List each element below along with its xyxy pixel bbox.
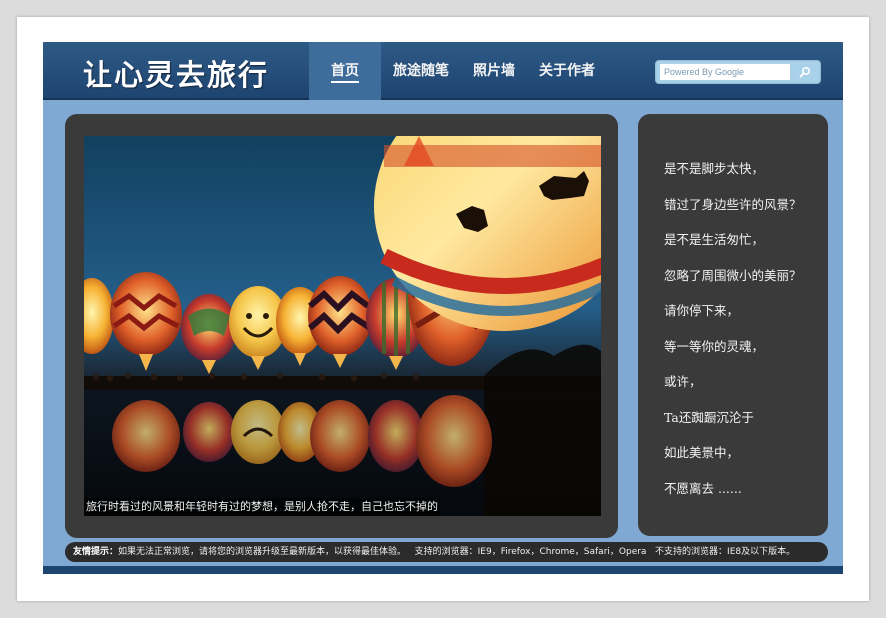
search-button[interactable] (795, 63, 815, 81)
site-logo[interactable]: 让心灵去旅行 (83, 52, 269, 94)
hot-air-balloon-photo[interactable]: 旅行时看过的风景和年轻时有过的梦想，是别人抢不走，自己也忘不掉的 (84, 136, 601, 516)
footer-supported-browsers: 支持的浏览器：IE9，Firefox，Chrome，Safari，Opera (414, 547, 647, 557)
photo-panel: 旅行时看过的风景和年轻时有过的梦想，是别人抢不走，自己也忘不掉的 (65, 114, 618, 538)
bottom-strip (43, 566, 843, 574)
photo-caption: 旅行时看过的风景和年轻时有过的梦想，是别人抢不走，自己也忘不掉的 (84, 498, 440, 516)
poem-line: 等一等你的灵魂， (664, 338, 765, 354)
search-icon (799, 66, 811, 78)
nav-label: 首页 (331, 63, 359, 83)
nav-label: 照片墙 (473, 63, 515, 79)
nav-item-photo-wall[interactable]: 照片墙 (461, 42, 527, 100)
poem-line: 是不是生活匆忙， (664, 232, 765, 247)
search-input[interactable] (660, 64, 790, 80)
footer-unsupported-browsers: 不支持的浏览器：IE8及以下版本。 (655, 547, 796, 557)
nav-label: 关于作者 (539, 63, 595, 79)
nav-item-about-author[interactable]: 关于作者 (527, 42, 607, 100)
poem-line: 忽略了周围微小的美丽？ (664, 267, 802, 283)
footer-notice: 友情提示：如果无法正常浏览，请将您的浏览器升级至最新版本，以获得最佳体验。 支持… (65, 542, 828, 562)
poem-line: 错过了身边些许的风景？ (664, 196, 802, 212)
search-box (655, 60, 821, 84)
footer-tip-label: 友情提示： (73, 547, 119, 557)
site-header: 让心灵去旅行 首页 旅途随笔 照片墙 关于作者 (43, 42, 843, 100)
poem-panel: 是不是脚步太快， 错过了身边些许的风景？ 是不是生活匆忙， 忽略了周围微小的美丽… (638, 114, 828, 536)
poem-line: 如此美景中， (664, 445, 740, 460)
nav-label: 旅途随笔 (393, 63, 449, 79)
nav-item-home[interactable]: 首页 (309, 42, 381, 100)
site-container: 让心灵去旅行 首页 旅途随笔 照片墙 关于作者 Powered By Googl… (43, 42, 843, 574)
footer-tip-text: 如果无法正常浏览，请将您的浏览器升级至最新版本，以获得最佳体验。 (118, 547, 407, 557)
poem-line: 是不是脚步太快， (664, 161, 765, 176)
poem-line: Ta还踟蹰沉沦于 (664, 409, 754, 425)
poem-line: 不愿离去 ...... (664, 480, 742, 496)
poem-lines: 是不是脚步太快， 错过了身边些许的风景？ 是不是生活匆忙， 忽略了周围微小的美丽… (664, 158, 802, 513)
nav-item-travel-notes[interactable]: 旅途随笔 (381, 42, 461, 100)
main-nav: 首页 旅途随笔 照片墙 关于作者 (309, 42, 607, 100)
balloon-scene (84, 136, 601, 516)
poem-line: 或许， (664, 374, 702, 389)
poem-line: 请你停下来， (664, 303, 740, 318)
